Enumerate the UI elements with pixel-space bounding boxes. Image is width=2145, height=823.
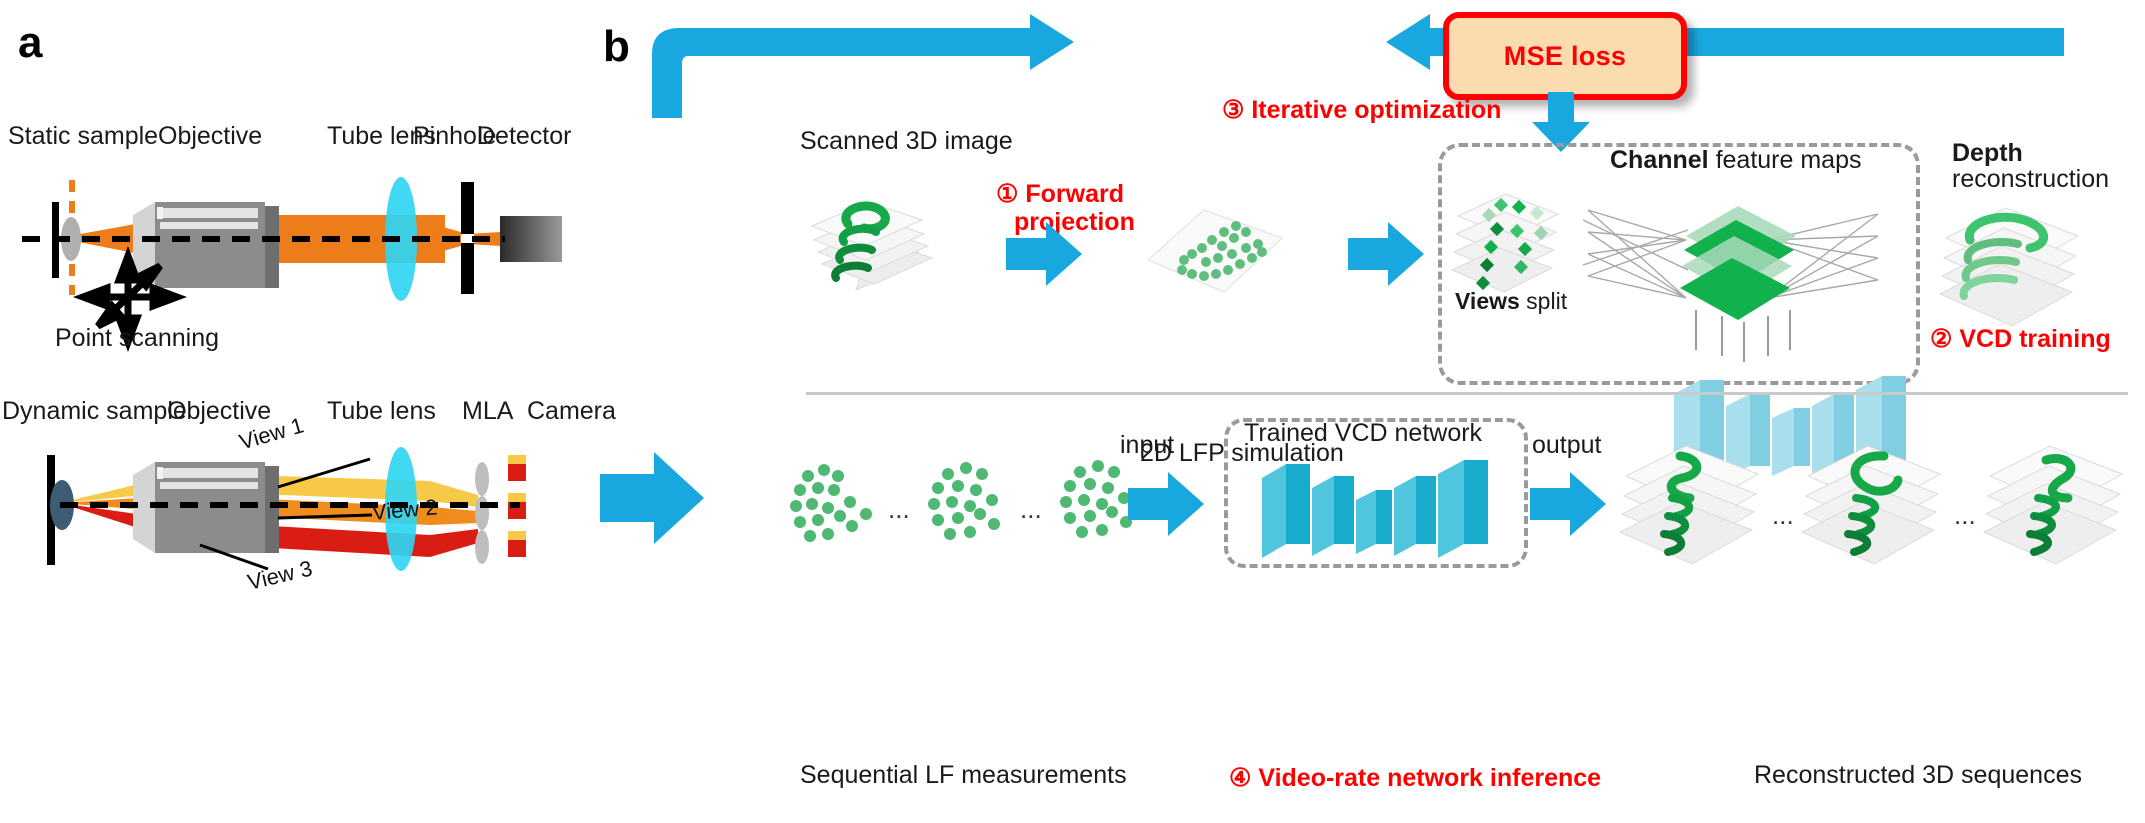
arrow-shape-big — [600, 452, 704, 544]
view3-converge — [430, 529, 478, 557]
label-dynamic-sample: Dynamic sample — [2, 397, 187, 425]
arrow-shape-output — [1530, 472, 1606, 536]
recon-stack-3 — [1982, 445, 2124, 565]
mse-loss-box: MSE loss — [1443, 12, 1687, 100]
recon-ellipsis-2: ... — [1954, 500, 1976, 530]
step-1-line-1: ① Forward — [996, 180, 1124, 208]
lf-cluster-2 — [928, 462, 1000, 540]
depth-reconstruction-stack — [1938, 207, 2080, 327]
feature-to-conv-lines — [1695, 310, 1791, 362]
microlens-array — [475, 462, 489, 564]
arrow-output — [1530, 472, 1606, 536]
label-point-scanning: Point scanning — [55, 324, 220, 352]
step-3-iterative-optimization: ③ Iterative optimization — [1222, 96, 1502, 124]
recon-stack-2 — [1800, 445, 1942, 565]
arrow-shape-1 — [1006, 222, 1082, 286]
depth-rest-text: reconstruction — [1952, 165, 2110, 194]
network-diagram — [1582, 206, 1879, 362]
objective-stripe-1 — [160, 208, 258, 218]
label-static-sample: Static sample — [8, 122, 159, 150]
objective-marker-bottom — [157, 467, 163, 479]
recon-ellipsis-1: ... — [1772, 500, 1794, 530]
arrow-to-network — [1348, 222, 1424, 286]
objective-back-bottom — [265, 466, 279, 553]
recon-stack-1 — [1618, 445, 1760, 565]
objective-marker — [157, 207, 163, 219]
lfp-simulation-tile — [1147, 209, 1283, 293]
label-camera: Camera — [527, 397, 616, 425]
label-mla: MLA — [462, 397, 514, 425]
depth-layers — [1938, 207, 2080, 327]
label-objective-top: Objective — [158, 122, 263, 150]
objective-back — [265, 206, 279, 288]
arrow-forward-projection — [1006, 222, 1082, 286]
panel-a-letter: a — [18, 18, 43, 67]
arrow-shape-2 — [1348, 222, 1424, 286]
network-connections-left — [1582, 209, 1689, 299]
label-depth-reconstruction: Depth reconstruction — [1952, 140, 2109, 193]
label-tube-lens-bottom: Tube lens — [327, 397, 436, 425]
mse-loss-label: MSE loss — [1503, 40, 1627, 71]
lf-ellipsis-1: ... — [888, 494, 910, 524]
reconstructed-3d-sequences: ... ... — [1618, 445, 2124, 565]
figure-root: a Static sample Objective Tube lens Pinh… — [0, 0, 2145, 823]
trained-network-slabs — [1262, 460, 1488, 558]
label-detector: Detector — [477, 122, 572, 150]
lf-cluster-3 — [1060, 460, 1132, 538]
step-4-video-rate-inference: ④ Video-rate network inference — [1229, 764, 1602, 792]
label-sequential-lf-measurements: Sequential LF measurements — [800, 761, 1127, 789]
objective-stripe-2 — [160, 222, 258, 229]
panel-b-divider — [806, 392, 2128, 395]
label-input: input — [1120, 431, 1175, 459]
arrow-input — [1128, 472, 1204, 536]
trained-conv-slabs — [1262, 460, 1488, 558]
objective-stripe-b2 — [160, 482, 258, 489]
label-reconstructed-3d-sequences: Reconstructed 3D sequences — [1754, 761, 2082, 789]
panel-b-letter: b — [603, 22, 630, 71]
lf-cluster-1 — [790, 464, 872, 542]
arrow-to-sequential — [600, 452, 704, 544]
arrow-shape-input — [1128, 472, 1204, 536]
lfm-optical-path — [47, 447, 526, 571]
objective-stripe-b1 — [160, 468, 258, 478]
label-output: output — [1532, 431, 1602, 459]
label-objective-bottom: Objective — [167, 397, 272, 425]
feature-map-planes — [1680, 206, 1796, 320]
detector-shade — [500, 216, 562, 262]
label-trained-vcd-network: Trained VCD network — [1244, 419, 1483, 447]
depth-bold-text: Depth — [1952, 139, 2023, 167]
scanned-3d-stack — [810, 201, 934, 291]
lf-ellipsis-2: ... — [1020, 494, 1042, 524]
label-scanned-3d-image: Scanned 3D image — [800, 127, 1013, 155]
